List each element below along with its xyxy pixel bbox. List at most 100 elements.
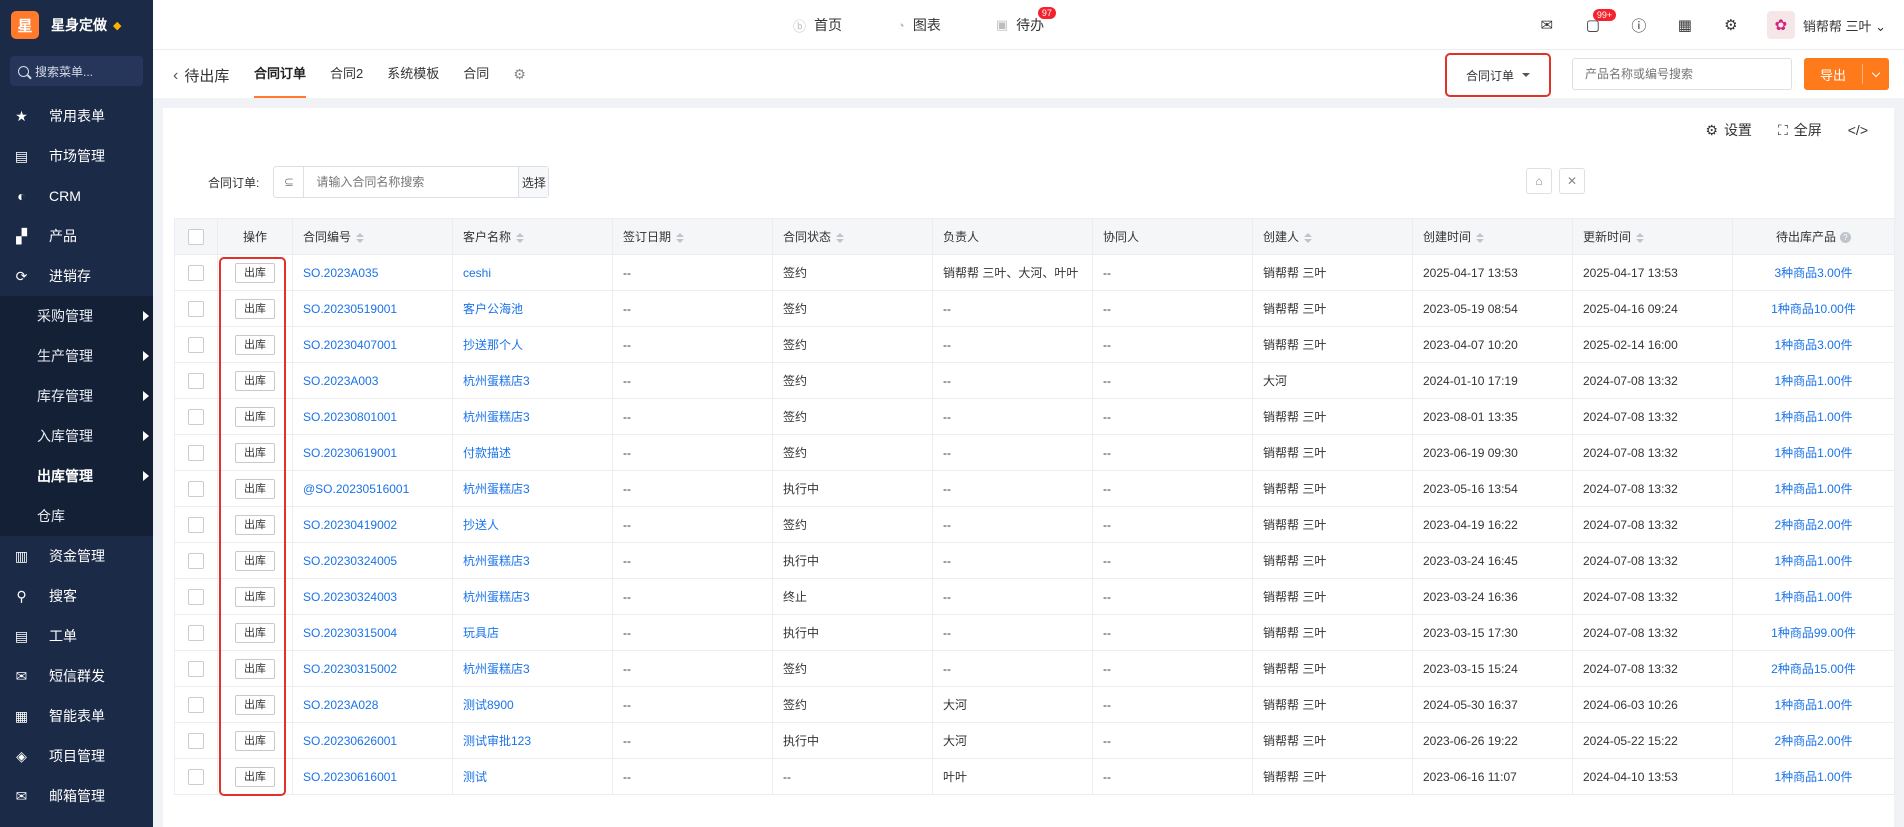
sidebar-item[interactable]: ◈ 项目管理	[0, 736, 153, 776]
gear-icon[interactable]: ⚙	[1721, 15, 1741, 35]
pending-products-link[interactable]: 1种商品1.00件	[1774, 770, 1852, 784]
cell-pending-products[interactable]: 2种商品15.00件	[1732, 650, 1895, 687]
cell-pending-products[interactable]: 1种商品1.00件	[1732, 758, 1895, 795]
contract-no-link[interactable]: SO.20230519001	[303, 302, 397, 316]
row-select-cell[interactable]	[174, 542, 218, 579]
col-update-time[interactable]: 更新时间	[1572, 218, 1733, 255]
help-icon[interactable]: ⓘ	[1629, 15, 1649, 35]
contract-no-link[interactable]: SO.2023A035	[303, 266, 378, 280]
row-checkbox[interactable]	[188, 480, 204, 497]
row-select-cell[interactable]	[174, 290, 218, 327]
outbound-button[interactable]: 出库	[235, 478, 275, 499]
customer-link[interactable]: 杭州蛋糕店3	[463, 410, 530, 424]
sidebar-subitem[interactable]: 出库管理	[0, 456, 153, 496]
row-select-cell[interactable]	[174, 398, 218, 435]
contract-no-link[interactable]: SO.20230324003	[303, 590, 397, 604]
cell-contract-no[interactable]: SO.20230419002	[292, 506, 453, 543]
pending-products-link[interactable]: 1种商品1.00件	[1774, 374, 1852, 388]
col-contract-no[interactable]: 合同编号	[292, 218, 453, 255]
outbound-button[interactable]: 出库	[235, 298, 275, 319]
sidebar-item[interactable]: ▞ 产品	[0, 216, 153, 256]
cell-contract-no[interactable]: SO.2023A003	[292, 362, 453, 399]
customer-link[interactable]: 杭州蛋糕店3	[463, 554, 530, 568]
sort-icon[interactable]	[356, 232, 365, 243]
export-dropdown-chevron-icon[interactable]	[1863, 58, 1889, 90]
cell-contract-no[interactable]: SO.20230619001	[292, 434, 453, 471]
sidebar-subitem[interactable]: 生产管理	[0, 336, 153, 376]
cell-customer[interactable]: 杭州蛋糕店3	[452, 398, 613, 435]
pending-products-link[interactable]: 3种商品3.00件	[1774, 266, 1852, 280]
pin-icon[interactable]: ✕	[1559, 168, 1585, 194]
cell-pending-products[interactable]: 1种商品99.00件	[1732, 614, 1895, 651]
outbound-button[interactable]: 出库	[235, 586, 275, 607]
nav-todo[interactable]: ▣ 待办 97	[996, 7, 1056, 35]
customer-link[interactable]: 杭州蛋糕店3	[463, 482, 530, 496]
sidebar-item[interactable]: ▤ 市场管理	[0, 136, 153, 176]
row-select-cell[interactable]	[174, 506, 218, 543]
customer-link[interactable]: 杭州蛋糕店3	[463, 590, 530, 604]
row-checkbox[interactable]	[188, 732, 204, 749]
contract-no-link[interactable]: SO.20230626001	[303, 734, 397, 748]
sidebar-item[interactable]: ◐ CRM	[0, 176, 153, 216]
contract-no-link[interactable]: SO.20230324005	[303, 554, 397, 568]
customer-link[interactable]: 抄送人	[463, 518, 499, 532]
user-menu[interactable]: 销帮帮 三叶 ⌄	[1803, 16, 1886, 35]
cell-pending-products[interactable]: 1种商品1.00件	[1732, 434, 1895, 471]
table-row[interactable]: 出库 SO.20230616001 测试 -- -- 叶叶 -- 销帮帮 三叶 2023-06-…	[174, 758, 1895, 795]
sidebar-subitem[interactable]: 仓库	[0, 496, 153, 536]
table-row[interactable]: 出库 SO.20230519001 客户公海池 -- 签约 -- -- 销帮帮 三叶 2023-…	[174, 290, 1895, 327]
row-select-cell[interactable]	[174, 578, 218, 615]
table-row[interactable]: 出库 SO.2023A003 杭州蛋糕店3 -- 签约 -- -- 大河 2024-01-10 …	[174, 362, 1895, 399]
pending-products-link[interactable]: 1种商品1.00件	[1774, 554, 1852, 568]
cell-customer[interactable]: 杭州蛋糕店3	[452, 470, 613, 507]
table-row[interactable]: 出库 SO.20230315004 玩具店 -- 执行中 -- -- 销帮帮 三叶 2023-0…	[174, 614, 1895, 651]
contract-no-link[interactable]: SO.20230315002	[303, 662, 397, 676]
brand[interactable]: 星 星身定做 ◆	[0, 0, 153, 50]
export-button[interactable]: 导出	[1804, 58, 1889, 90]
outbound-button[interactable]: 出库	[235, 622, 275, 643]
customer-link[interactable]: 杭州蛋糕店3	[463, 662, 530, 676]
row-select-cell[interactable]	[174, 362, 218, 399]
pending-products-link[interactable]: 1种商品10.00件	[1771, 302, 1856, 316]
cell-customer[interactable]: 抄送人	[452, 506, 613, 543]
col-status[interactable]: 合同状态	[772, 218, 933, 255]
outbound-button[interactable]: 出库	[235, 550, 275, 571]
row-checkbox[interactable]	[188, 660, 204, 677]
cell-contract-no[interactable]: SO.20230315004	[292, 614, 453, 651]
outbound-button[interactable]: 出库	[235, 406, 275, 427]
pending-products-link[interactable]: 2种商品2.00件	[1774, 734, 1852, 748]
cell-contract-no[interactable]: SO.20230616001	[292, 758, 453, 795]
cell-pending-products[interactable]: 1种商品1.00件	[1732, 686, 1895, 723]
table-row[interactable]: 出库 SO.20230419002 抄送人 -- 签约 -- -- 销帮帮 三叶 2023-04…	[174, 506, 1895, 543]
cell-contract-no[interactable]: SO.20230324003	[292, 578, 453, 615]
outbound-button[interactable]: 出库	[235, 730, 275, 751]
cell-pending-products[interactable]: 1种商品3.00件	[1732, 326, 1895, 363]
tab-contract[interactable]: 合同	[463, 50, 489, 98]
sort-icon[interactable]	[1304, 232, 1313, 243]
customer-link[interactable]: 测试审批123	[463, 734, 531, 748]
outbound-button[interactable]: 出库	[235, 658, 275, 679]
cell-customer[interactable]: 杭州蛋糕店3	[452, 362, 613, 399]
customer-link[interactable]: 测试8900	[463, 698, 514, 712]
pending-products-link[interactable]: 1种商品1.00件	[1774, 590, 1852, 604]
row-checkbox[interactable]	[188, 300, 204, 317]
cell-pending-products[interactable]: 1种商品1.00件	[1732, 398, 1895, 435]
col-create-time[interactable]: 创建时间	[1412, 218, 1573, 255]
settings-button[interactable]: ⚙ 设置	[1705, 120, 1752, 140]
row-select-cell[interactable]	[174, 470, 218, 507]
row-select-cell[interactable]	[174, 254, 218, 291]
table-row[interactable]: 出库 SO.20230315002 杭州蛋糕店3 -- 签约 -- -- 销帮帮 三叶 2023…	[174, 650, 1895, 687]
sidebar-item[interactable]: ▦ 智能表单	[0, 696, 153, 736]
sidebar-subitem[interactable]: 采购管理	[0, 296, 153, 336]
outbound-button[interactable]: 出库	[235, 334, 275, 355]
cell-contract-no[interactable]: SO.20230519001	[292, 290, 453, 327]
contract-no-link[interactable]: SO.20230315004	[303, 626, 397, 640]
cell-customer[interactable]: 抄送那个人	[452, 326, 613, 363]
row-checkbox[interactable]	[188, 444, 204, 461]
contract-no-link[interactable]: SO.20230407001	[303, 338, 397, 352]
table-row[interactable]: 出库 SO.20230801001 杭州蛋糕店3 -- 签约 -- -- 销帮帮 三叶 2023…	[174, 398, 1895, 435]
select-all-cell[interactable]	[174, 218, 218, 255]
mail-icon[interactable]: ✉	[1537, 15, 1557, 35]
pending-products-link[interactable]: 1种商品1.00件	[1774, 446, 1852, 460]
table-row[interactable]: 出库 SO.20230626001 测试审批123 -- 执行中 大河 -- 销帮帮 三叶 20…	[174, 722, 1895, 759]
